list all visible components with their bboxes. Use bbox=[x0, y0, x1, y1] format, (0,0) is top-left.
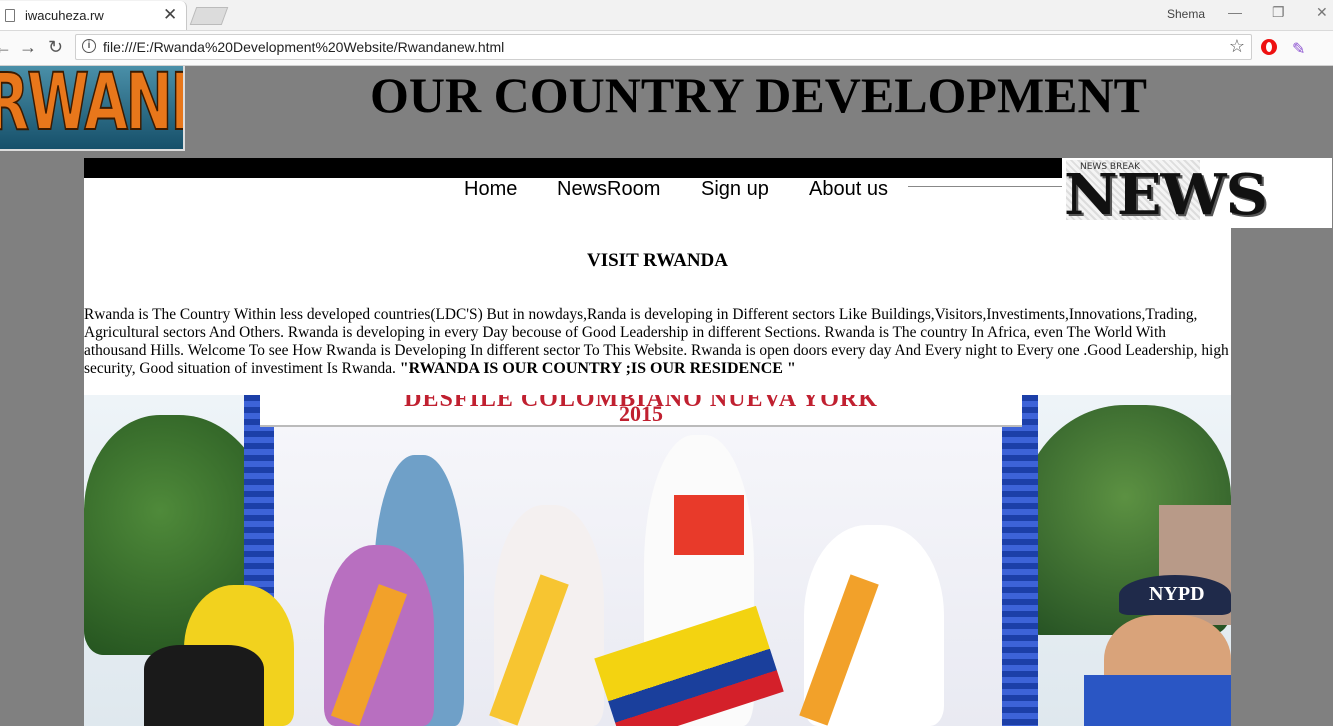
float-banner: DESFILE COLOMBIANO NUEVA YORK 2015 bbox=[260, 395, 1022, 427]
parade-photo: DESFILE COLOMBIANO NUEVA YORK 2015 NYPD bbox=[84, 395, 1231, 726]
section-heading: VISIT RWANDA bbox=[587, 250, 728, 271]
new-tab-button[interactable] bbox=[189, 7, 229, 25]
nav-home-link[interactable]: Home bbox=[464, 178, 517, 201]
nav-aboutus-link[interactable]: About us bbox=[809, 178, 888, 201]
opera-extension-icon[interactable] bbox=[1261, 39, 1277, 55]
browser-tabbar: iwacuheza.rw ✕ Shema — ❐ ✕ bbox=[0, 0, 1333, 31]
info-icon[interactable]: i bbox=[82, 39, 96, 53]
nav-newsroom-link[interactable]: NewsRoom bbox=[557, 178, 660, 201]
photo-police-cap: NYPD bbox=[1119, 575, 1231, 615]
news-image: NEWS BREAK NEWS bbox=[1062, 158, 1332, 228]
pen-extension-icon[interactable]: ✎ bbox=[1292, 39, 1305, 59]
minimize-icon[interactable]: — bbox=[1228, 4, 1242, 20]
restore-icon[interactable]: ❐ bbox=[1272, 4, 1285, 21]
tab-title: iwacuheza.rw bbox=[25, 8, 104, 23]
browser-tab[interactable]: iwacuheza.rw ✕ bbox=[0, 1, 187, 30]
logo-text: RWANDA bbox=[0, 66, 183, 149]
back-icon[interactable]: ← bbox=[0, 37, 12, 58]
float-fringe-right bbox=[1002, 395, 1038, 726]
nav-divider bbox=[908, 186, 1064, 187]
page-icon bbox=[5, 9, 15, 22]
photo-red-top bbox=[674, 495, 744, 555]
reload-icon[interactable]: ↻ bbox=[48, 37, 63, 58]
menu-icon[interactable]: ⋮ bbox=[1326, 37, 1333, 57]
site-title: OUR COUNTRY DEVELOPMENT bbox=[370, 67, 1147, 123]
nav-signup-link[interactable]: Sign up bbox=[701, 178, 769, 201]
rwanda-logo: RWANDA bbox=[0, 66, 185, 151]
photo-officer-shirt bbox=[1084, 675, 1231, 726]
paragraph-slogan: "RWANDA IS OUR COUNTRY ;IS OUR RESIDENCE… bbox=[399, 360, 796, 377]
photo-camera bbox=[144, 645, 264, 726]
bookmark-star-icon[interactable]: ☆ bbox=[1229, 36, 1245, 57]
browser-toolbar: ← → ↻ i file:///E:/Rwanda%20Development%… bbox=[0, 31, 1333, 66]
url-text[interactable]: file:///E:/Rwanda%20Development%20Websit… bbox=[103, 39, 504, 55]
close-tab-icon[interactable]: ✕ bbox=[163, 5, 177, 25]
news-word: NEWS bbox=[1064, 162, 1268, 228]
forward-icon[interactable]: → bbox=[19, 37, 37, 58]
banner-line2: 2015 bbox=[619, 401, 663, 426]
cap-text: NYPD bbox=[1149, 583, 1205, 605]
web-page: RWANDA OUR COUNTRY DEVELOPMENT Home News… bbox=[0, 66, 1333, 726]
close-window-icon[interactable]: ✕ bbox=[1316, 4, 1328, 21]
main-content: Home NewsRoom Sign up About us VISIT RWA… bbox=[84, 158, 1231, 726]
address-bar[interactable]: i file:///E:/Rwanda%20Development%20Webs… bbox=[75, 34, 1252, 60]
profile-name[interactable]: Shema bbox=[1167, 7, 1205, 21]
intro-paragraph: Rwanda is The Country Within less develo… bbox=[84, 306, 1231, 378]
nav-black-bar bbox=[84, 158, 1064, 178]
